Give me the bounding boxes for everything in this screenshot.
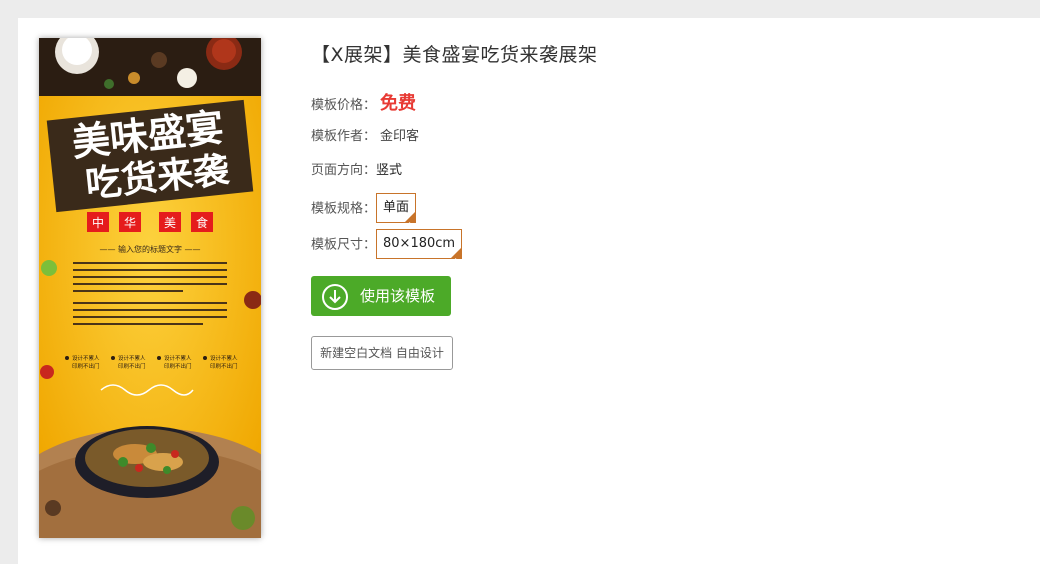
svg-text:印刷不出门: 印刷不出门 xyxy=(72,362,100,370)
svg-text:印刷不出门: 印刷不出门 xyxy=(118,362,146,370)
use-template-label: 使用该模板 xyxy=(360,287,436,305)
size-row: 模板尺寸： 80×180cm xyxy=(311,229,463,259)
poster-wok xyxy=(75,426,219,498)
price-label: 模板价格： xyxy=(311,98,377,113)
svg-text:印刷不出门: 印刷不出门 xyxy=(210,362,238,370)
author-row: 模板作者： 金印客 xyxy=(311,125,419,149)
svg-text:中: 中 xyxy=(92,215,104,230)
template-title: 【X展架】美食盛宴吃货来袭展架 xyxy=(311,44,598,66)
spec-option-tag[interactable]: 单面 xyxy=(376,193,417,223)
template-preview-image[interactable]: 美味盛宴 吃货来袭 中 华 美 食 —— 输入您的标题文字 —— 设计不累人 设… xyxy=(39,38,261,538)
selected-check-icon xyxy=(408,217,414,223)
new-blank-document-button[interactable]: 新建空白文档 自由设计 xyxy=(311,336,453,370)
spec-label: 模板规格： xyxy=(311,201,377,217)
svg-text:美: 美 xyxy=(164,216,176,230)
use-template-button[interactable]: 使用该模板 xyxy=(311,276,451,316)
author-value: 金印客 xyxy=(380,129,420,144)
svg-text:设计不累人: 设计不累人 xyxy=(210,354,238,362)
size-label: 模板尺寸： xyxy=(311,237,377,253)
download-arrow-circle-icon xyxy=(322,284,348,310)
svg-text:设计不累人: 设计不累人 xyxy=(118,354,146,362)
svg-text:华: 华 xyxy=(124,216,136,230)
orientation-value: 竖式 xyxy=(376,163,403,178)
selected-check-icon xyxy=(454,253,460,259)
svg-text:设计不累人: 设计不累人 xyxy=(72,354,100,362)
svg-text:印刷不出门: 印刷不出门 xyxy=(164,362,192,370)
spec-value: 单面 xyxy=(383,200,410,215)
template-detail-card: 美味盛宴 吃货来袭 中 华 美 食 —— 输入您的标题文字 —— 设计不累人 设… xyxy=(18,18,1040,564)
author-label: 模板作者： xyxy=(311,129,377,144)
orientation-label: 页面方向： xyxy=(311,163,377,178)
size-value: 80×180cm xyxy=(383,236,456,251)
price-row: 模板价格： 免费 xyxy=(311,92,416,116)
svg-text:设计不累人: 设计不累人 xyxy=(164,354,192,362)
spec-row: 模板规格： 单面 xyxy=(311,193,417,223)
svg-text:食: 食 xyxy=(196,215,208,230)
poster-artwork: 美味盛宴 吃货来袭 中 华 美 食 —— 输入您的标题文字 —— 设计不累人 设… xyxy=(39,38,261,538)
poster-subtitle: —— 输入您的标题文字 —— xyxy=(99,244,200,254)
orientation-row: 页面方向：竖式 xyxy=(311,159,402,183)
size-option-tag[interactable]: 80×180cm xyxy=(376,229,463,259)
price-value: 免费 xyxy=(380,93,417,114)
